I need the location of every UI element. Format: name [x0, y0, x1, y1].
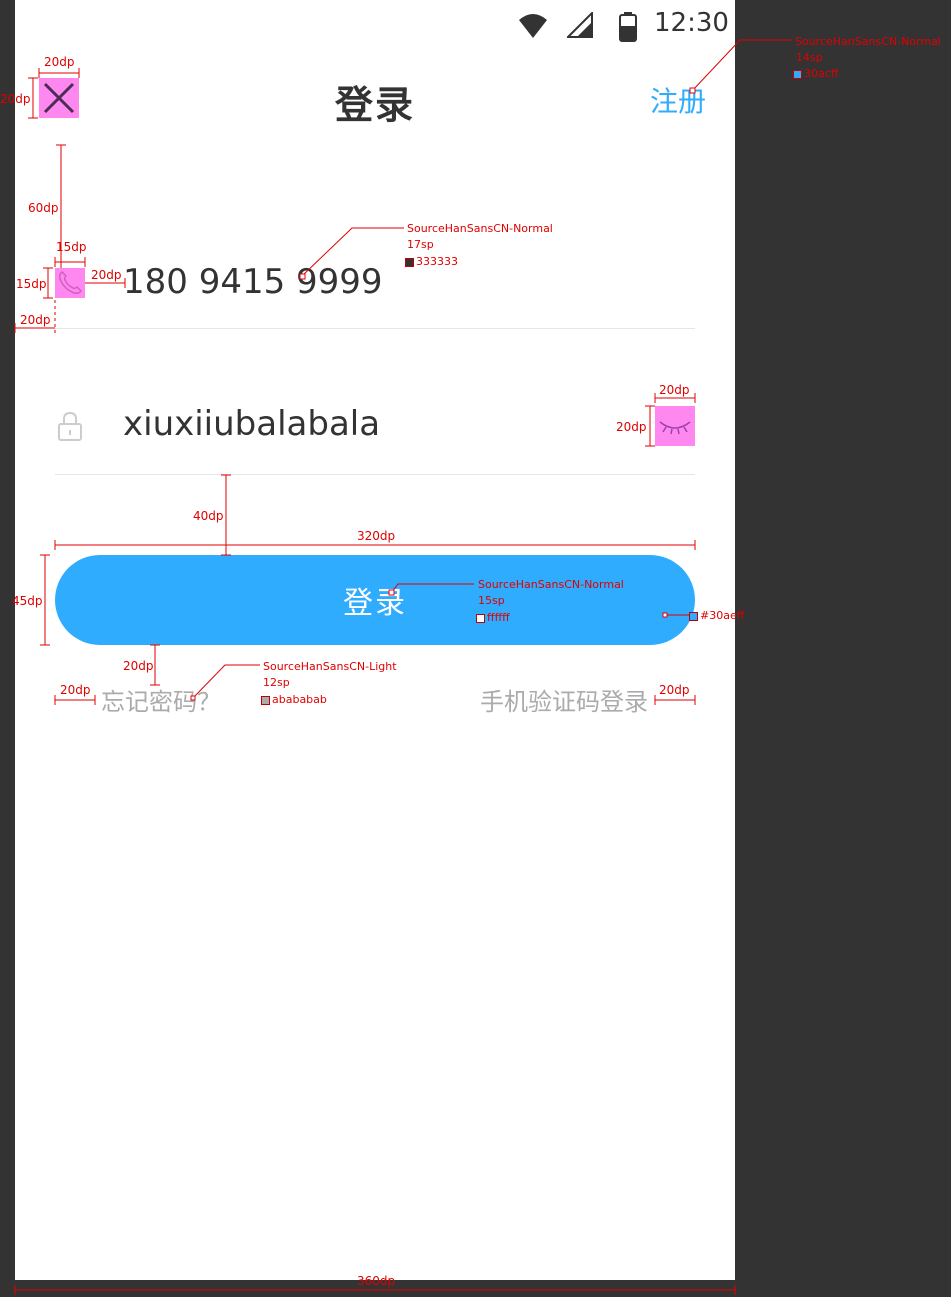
phone-input[interactable]: 180 9415 9999 — [123, 262, 383, 302]
password-divider — [55, 474, 695, 475]
battery-icon — [619, 12, 637, 42]
eye-closed-icon — [659, 421, 691, 435]
spec-screen-width: 360dp — [357, 1274, 396, 1288]
spec-eye-height: 20dp — [616, 420, 647, 434]
spec-register-size: 14sp — [796, 51, 823, 64]
spec-links-right: 20dp — [659, 683, 690, 697]
lock-icon — [55, 410, 85, 442]
page-title: 登录 — [335, 83, 416, 127]
spec-btn-size: 15sp — [478, 594, 505, 607]
spec-btn-color: ffffff — [476, 610, 510, 626]
login-button-label: 登录 — [343, 586, 407, 621]
spec-link-size: 12sp — [263, 676, 290, 689]
spec-links-left: 20dp — [60, 683, 91, 697]
spec-btn-width: 320dp — [357, 529, 396, 543]
close-button[interactable] — [39, 78, 79, 118]
spec-left-margin: 20dp — [20, 313, 51, 327]
password-input[interactable]: xiuxiiubalabala — [123, 404, 380, 444]
wifi-icon — [517, 12, 549, 40]
close-icon — [43, 82, 75, 114]
spec-btn-height: 45dp — [12, 594, 43, 608]
spec-phone-icon-height: 15dp — [16, 277, 47, 291]
spec-phone-icon-width: 15dp — [56, 240, 87, 254]
spec-phone-size: 17sp — [407, 238, 434, 251]
status-time: 12:30 — [654, 8, 729, 38]
sms-login-link[interactable]: 手机验证码登录 — [480, 682, 648, 717]
spec-register-font: SourceHanSansCN-Normal — [795, 35, 941, 48]
spec-register-color: 30acff — [793, 66, 838, 82]
register-link[interactable]: 注册 — [650, 80, 706, 120]
spec-close-height: 20dp — [0, 92, 31, 106]
spec-close-width: 20dp — [44, 55, 75, 69]
spec-phone-color: 333333 — [405, 254, 458, 270]
spec-link-font: SourceHanSansCN-Light — [263, 660, 397, 673]
spec-links-gap: 20dp — [123, 659, 154, 673]
toggle-password-button[interactable] — [655, 406, 695, 446]
spec-btn-gap: 40dp — [193, 509, 224, 523]
spec-icon-text-gap: 20dp — [91, 268, 122, 282]
phone-divider — [55, 328, 695, 329]
spec-btn-font: SourceHanSansCN-Normal — [478, 578, 624, 591]
spec-btn-bg: #30aeff — [689, 608, 744, 624]
forgot-password-link[interactable]: 忘记密码？ — [101, 682, 221, 717]
spec-phone-font: SourceHanSansCN-Normal — [407, 222, 553, 235]
spec-eye-width: 20dp — [659, 383, 690, 397]
phone-screen: 12:30 登录 注册 180 9415 9999 xiuxiiubalabal… — [15, 0, 735, 1280]
spec-gap-top: 60dp — [28, 201, 59, 215]
spec-link-color: abababab — [261, 692, 327, 708]
phone-icon — [55, 268, 85, 298]
login-button[interactable]: 登录 — [55, 555, 695, 645]
signal-icon — [565, 10, 593, 38]
